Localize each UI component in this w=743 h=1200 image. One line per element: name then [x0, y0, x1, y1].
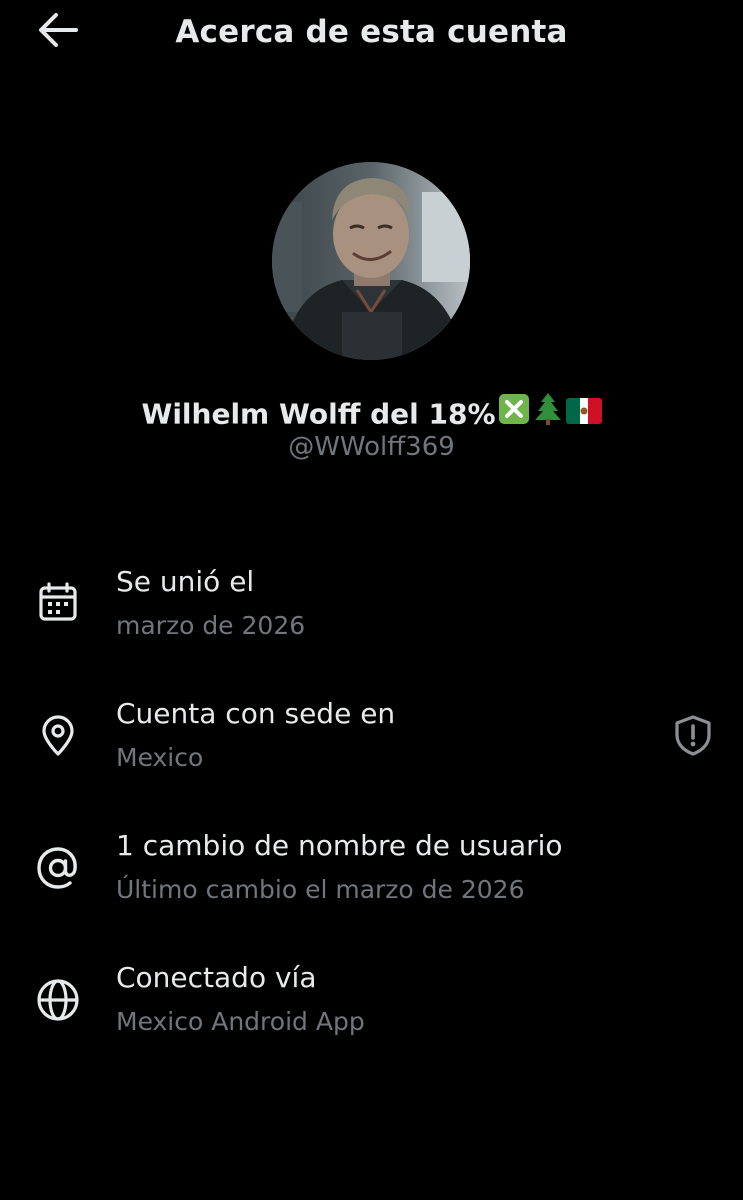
username-changes-value: Último cambio el marzo de 2026 [116, 875, 525, 904]
globe-icon [34, 976, 82, 1024]
connected-via-value: Mexico Android App [116, 1007, 365, 1036]
joined-date-row: Se unió el marzo de 2026 [0, 560, 743, 660]
page-title: Acerca de esta cuenta [175, 14, 568, 50]
display-name-text: Wilhelm Wolff del 18% [141, 397, 496, 431]
avatar[interactable] [272, 162, 470, 360]
user-handle: @WWolff369 [288, 432, 455, 462]
username-changes-label: 1 cambio de nombre de usuario [116, 829, 563, 862]
location-pin-icon [34, 712, 82, 760]
connected-via-label: Conectado vía [116, 961, 317, 994]
joined-label: Se unió el [116, 565, 255, 598]
location-info-button[interactable] [668, 712, 718, 762]
top-app-bar: Acerca de esta cuenta [0, 0, 743, 64]
username-changes-row: 1 cambio de nombre de usuario Último cam… [0, 824, 743, 924]
joined-value: marzo de 2026 [116, 611, 306, 640]
location-value: Mexico [116, 743, 204, 772]
calendar-icon [34, 578, 82, 626]
at-sign-icon [34, 844, 82, 892]
mexico-flag-emoji [565, 395, 602, 435]
connected-via-row: Conectado vía Mexico Android App [0, 956, 743, 1056]
account-location-row: Cuenta con sede en Mexico [0, 692, 743, 792]
location-label: Cuenta con sede en [116, 697, 396, 730]
shield-alert-icon [673, 714, 713, 760]
